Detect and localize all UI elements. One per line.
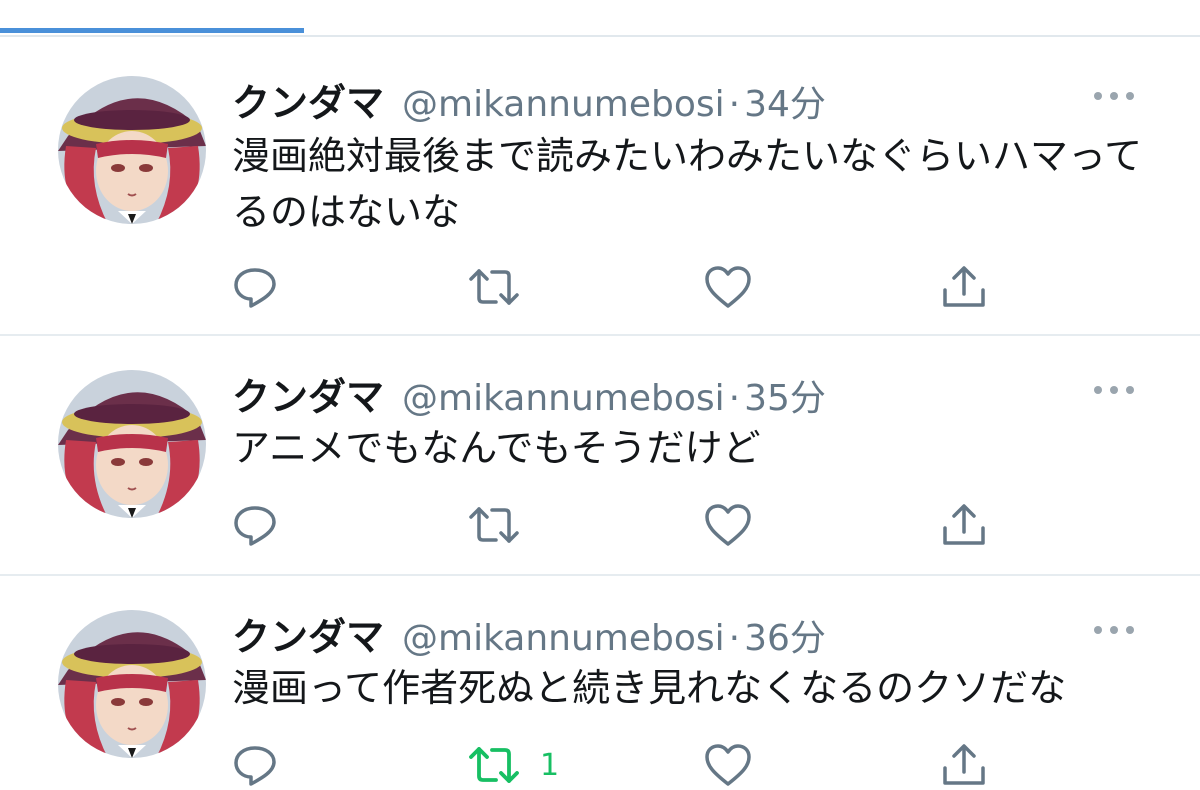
reply-icon [234,746,276,786]
tweet-text: 漫画絶対最後まで読みたいわみたいなぐらいハマってるのはないな [232,134,1143,234]
reply-icon [234,268,276,308]
reply-button[interactable] [232,262,278,312]
user-handle[interactable]: @mikannumebosi [402,84,725,125]
tweet[interactable]: クンダマ @mikannumebosi · 36分 漫画って作者死ぬと続き見れな… [0,576,1200,790]
tweet-header: クンダマ @mikannumebosi · 34分 [232,72,826,125]
separator-dot: · [728,618,741,659]
tweet-header: クンダマ @mikannumebosi · 35分 [232,366,826,419]
tab-divider [0,35,1200,37]
heart-icon [705,266,751,308]
avatar[interactable] [58,370,206,518]
share-icon [943,504,985,545]
display-name[interactable]: クンダマ [232,72,384,127]
display-name[interactable]: クンダマ [232,366,384,421]
share-icon [943,744,985,785]
share-button[interactable] [940,500,988,550]
reply-icon [234,506,276,546]
more-options-icon[interactable] [1092,620,1136,640]
retweet-icon [469,269,519,305]
tweet-header: クンダマ @mikannumebosi · 36分 [232,606,826,659]
tweet[interactable]: クンダマ @mikannumebosi · 34分 漫画絶対最後まで読みたいわみ… [0,38,1200,336]
separator-dot: · [728,378,741,419]
like-button[interactable] [704,740,752,790]
avatar[interactable] [58,610,206,758]
more-options-icon[interactable] [1092,86,1136,106]
retweet-button[interactable]: 1 [468,740,559,790]
timestamp[interactable]: 36分 [744,609,826,661]
tweet[interactable]: クンダマ @mikannumebosi · 35分 アニメでもなんでもそうだけど [0,336,1200,576]
heart-icon [705,504,751,546]
like-button[interactable] [704,500,752,550]
user-handle[interactable]: @mikannumebosi [402,618,725,659]
reply-button[interactable] [232,740,278,790]
retweet-button[interactable] [468,262,520,312]
share-icon [943,266,985,307]
share-button[interactable] [940,262,988,312]
display-name[interactable]: クンダマ [232,606,384,661]
heart-icon [705,744,751,786]
retweet-icon [469,507,519,543]
separator-dot: · [728,84,741,125]
retweet-button[interactable] [468,500,520,550]
reply-button[interactable] [232,500,278,550]
tab-bar [0,0,1200,38]
tweet-text: アニメでもなんでもそうだけど [232,426,761,470]
timestamp[interactable]: 35分 [744,369,826,421]
retweet-count: 1 [540,747,560,783]
share-button[interactable] [940,740,988,790]
user-handle[interactable]: @mikannumebosi [402,378,725,419]
active-tab-indicator [0,28,304,33]
avatar[interactable] [58,76,206,224]
tweet-text: 漫画って作者死ぬと続き見れなくなるのクソだな [232,666,1067,710]
more-options-icon[interactable] [1092,380,1136,400]
timestamp[interactable]: 34分 [744,75,826,127]
retweet-icon [469,747,519,783]
like-button[interactable] [704,262,752,312]
